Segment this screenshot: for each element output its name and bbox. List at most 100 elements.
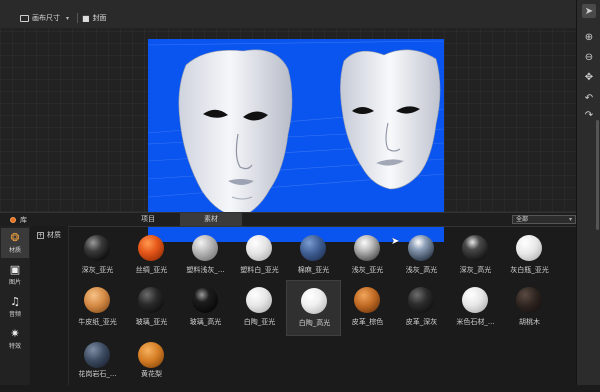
- library-title-label: 库: [20, 216, 27, 224]
- material-label: 胡桃木: [519, 318, 540, 326]
- material-swatch: [84, 342, 110, 368]
- material-item[interactable]: 浅灰_亚光: [340, 228, 395, 284]
- material-item[interactable]: 塑料浅灰_...: [178, 228, 233, 284]
- material-item[interactable]: 塑料白_亚光: [232, 228, 287, 284]
- redo-icon[interactable]: ↷: [582, 108, 596, 122]
- material-label: 玻璃_亚光: [135, 318, 168, 326]
- category-image[interactable]: ▣ 图片: [1, 260, 29, 290]
- sub-navigation: + 材质: [30, 226, 69, 385]
- zoom-out-icon[interactable]: ⊖: [582, 50, 596, 64]
- material-label: 塑料浅灰_...: [186, 266, 225, 274]
- material-item[interactable]: 灰白瓶_亚光: [502, 228, 557, 284]
- material-item[interactable]: 棉麻_亚光: [286, 228, 341, 284]
- material-item[interactable]: 白陶_亚光: [232, 280, 287, 336]
- material-swatch: [516, 287, 542, 313]
- material-swatch: [192, 235, 218, 261]
- material-item[interactable]: 胡桃木: [502, 280, 557, 336]
- material-item[interactable]: 皮革_深灰: [394, 280, 449, 336]
- material-swatch: [354, 235, 380, 261]
- material-swatch: [301, 288, 327, 314]
- material-item[interactable]: 花岗岩石_...: [70, 336, 125, 392]
- material-label: 丝绸_亚光: [135, 266, 168, 274]
- material-item[interactable]: 米色石材_...: [448, 280, 503, 336]
- mask-right: [340, 49, 441, 190]
- tab-project[interactable]: 项目: [118, 213, 178, 226]
- subnav-label: 材质: [47, 231, 61, 239]
- pointer-icon[interactable]: ➤: [582, 4, 596, 18]
- material-swatch: [408, 235, 434, 261]
- tab-assets[interactable]: 素材: [180, 213, 242, 226]
- filter-value: 全部: [516, 216, 529, 223]
- material-item[interactable]: 玻璃_亚光: [124, 280, 179, 336]
- category-label: 材质: [8, 247, 21, 254]
- cover-label: 封面: [92, 14, 107, 22]
- material-label: 深灰_亚光: [81, 266, 114, 274]
- category-label: 音频: [8, 311, 21, 318]
- library-title: 库: [10, 215, 27, 225]
- material-label: 白陶_亚光: [243, 318, 276, 326]
- material-swatch: [462, 287, 488, 313]
- chevron-down-icon: ▾: [568, 216, 572, 223]
- chevron-down-icon: ▾: [66, 14, 70, 22]
- mouse-cursor-icon: ➤: [391, 236, 400, 247]
- mask-left: [178, 49, 293, 218]
- cover-button[interactable]: ■ 封面: [82, 12, 107, 24]
- material-label: 皮革_棕色: [351, 318, 384, 326]
- material-label: 棉麻_亚光: [297, 266, 330, 274]
- material-label: 深灰_高光: [459, 266, 492, 274]
- material-swatch: [516, 235, 542, 261]
- filter-dropdown[interactable]: 全部 ▾: [512, 215, 576, 224]
- material-swatch: [138, 287, 164, 313]
- material-label: 白陶_高光: [298, 319, 331, 327]
- material-label: 灰白瓶_亚光: [510, 266, 549, 274]
- image-icon: ▣: [9, 263, 21, 276]
- category-label: 特效: [8, 343, 21, 350]
- category-sidebar: ❂ 材质 ▣ 图片 ♫ 音频 ✷ 特效: [0, 226, 30, 385]
- material-label: 花岗岩石_...: [78, 370, 117, 378]
- material-label: 塑料白_亚光: [240, 266, 279, 274]
- canvas-size-label: 画布尺寸: [32, 14, 60, 22]
- canvas-size-icon: [20, 14, 29, 22]
- camera-icon: ■: [82, 13, 90, 23]
- material-swatch: [138, 342, 164, 368]
- subnav-item-material[interactable]: + 材质: [37, 230, 61, 240]
- material-item-selected[interactable]: 白陶_高光: [286, 280, 341, 336]
- plus-icon: +: [37, 231, 44, 239]
- category-effects[interactable]: ✷ 特效: [1, 324, 29, 354]
- material-label: 黄花梨: [141, 370, 162, 378]
- material-swatch: [246, 235, 272, 261]
- canvas-size-button[interactable]: 画布尺寸 ▾: [20, 12, 69, 24]
- material-item[interactable]: 皮革_棕色: [340, 280, 395, 336]
- zoom-in-icon[interactable]: ⊕: [582, 30, 596, 44]
- material-label: 牛皮纸_亚光: [78, 318, 117, 326]
- material-swatch: [354, 287, 380, 313]
- material-item[interactable]: 丝绸_亚光: [124, 228, 179, 284]
- material-label: 浅灰_高光: [405, 266, 438, 274]
- material-item[interactable]: 浅灰_高光: [394, 228, 449, 284]
- material-swatch: [408, 287, 434, 313]
- material-item[interactable]: 深灰_亚光: [70, 228, 125, 284]
- material-item[interactable]: 牛皮纸_亚光: [70, 280, 125, 336]
- vertical-scrollbar[interactable]: [596, 120, 599, 230]
- music-icon: ♫: [10, 295, 20, 308]
- material-swatch: [84, 287, 110, 313]
- material-swatch: [462, 235, 488, 261]
- undo-icon[interactable]: ↶: [582, 91, 596, 105]
- category-material[interactable]: ❂ 材质: [1, 228, 29, 258]
- category-label: 图片: [8, 279, 21, 286]
- material-item[interactable]: 玻璃_高光: [178, 280, 233, 336]
- category-audio[interactable]: ♫ 音频: [1, 292, 29, 322]
- material-label: 浅灰_亚光: [351, 266, 384, 274]
- move-icon[interactable]: ✥: [582, 70, 596, 84]
- material-swatch: [300, 235, 326, 261]
- top-toolbar: 画布尺寸 ▾ ■ 封面: [0, 0, 576, 29]
- material-label: 皮革_深灰: [405, 318, 438, 326]
- library-header: 库 项目 素材 全部 ▾: [0, 212, 576, 227]
- library-icon: [10, 217, 16, 223]
- material-label: 玻璃_高光: [189, 318, 222, 326]
- material-grid: 深灰_亚光 丝绸_亚光 塑料浅灰_... 塑料白_亚光 棉麻_亚光 浅灰_亚光 …: [70, 226, 576, 385]
- material-item[interactable]: 深灰_高光: [448, 228, 503, 284]
- material-swatch: [192, 287, 218, 313]
- material-swatch: [84, 235, 110, 261]
- material-item[interactable]: 黄花梨: [124, 336, 179, 392]
